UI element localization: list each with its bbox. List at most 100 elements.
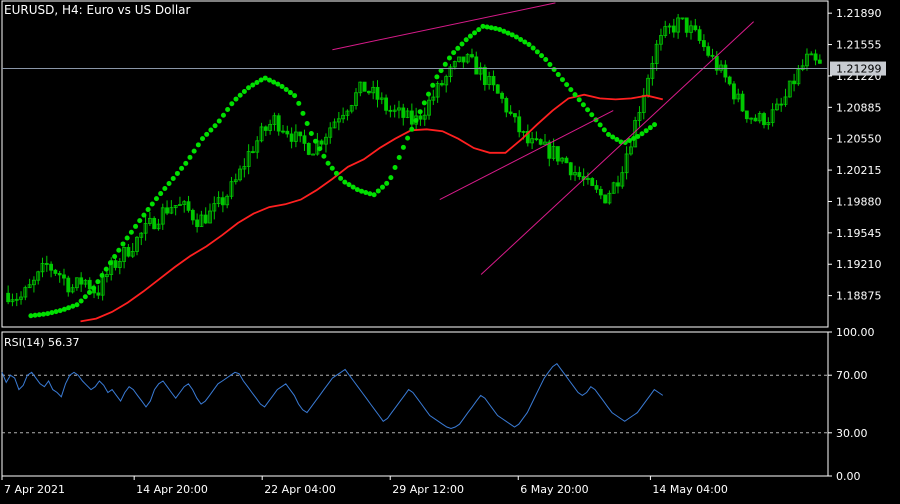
sar-dot [296,100,302,106]
sar-dot [476,27,482,33]
sar-dot [492,26,498,32]
sar-dot [283,87,289,93]
sar-dot [338,175,344,181]
sar-dot [559,77,565,83]
sar-dot [522,39,528,45]
candle-body [66,277,71,293]
candle-body [251,151,255,153]
candle-body [44,263,49,265]
trendline-upper [332,2,556,51]
candle-body [491,75,496,86]
symbol-label: EURUSD [4,3,55,17]
current-price-label: 1.21299 [836,63,882,76]
candle-body [671,25,676,33]
sar-dot [610,134,616,140]
candle-body [96,292,101,296]
sar-dot [116,247,122,253]
sar-dot [472,30,478,36]
sar-dot [308,131,314,137]
time-tick-label-0: 7 Apr 2021 [4,483,65,496]
sar-dot [141,212,147,218]
sar-dot [643,128,649,134]
sar-dot [534,49,540,55]
rsi-line [1,363,664,430]
candle-body [302,135,307,144]
rsi-pane-frame [1,331,829,477]
price-tick-label-5: 1.20215 [836,164,882,177]
candle-body [62,274,66,279]
sar-dot [212,123,218,129]
sar-dot [652,122,658,128]
candle-body [564,157,569,164]
sar-dot [237,92,243,98]
sar-dot [405,135,411,141]
price-tick-label-7: 1.19545 [836,227,882,240]
sar-dot [417,109,423,115]
sar-dot [137,218,143,224]
rsi-tick-label-3: 0.00 [836,470,861,483]
sar-dot [183,160,189,166]
sar-dot [442,61,448,67]
candle-body [710,54,715,57]
candle-body [384,97,388,111]
time-tick-label-3: 29 Apr 12:00 [392,483,464,496]
sar-dot [107,260,113,266]
sar-dot [216,118,222,124]
candle-body [190,209,195,221]
sar-dot [467,33,473,39]
rsi-tick-label-2: 30.00 [836,427,868,440]
sar-dot [149,201,155,207]
sar-dot [275,81,281,87]
sar-dot [246,85,252,91]
sar-dot [300,110,306,116]
sar-dot [484,24,490,30]
sar-dot [526,42,532,48]
candle-body [495,84,500,94]
sar-dot [91,285,97,291]
sar-dot [162,186,168,192]
candle-body [723,64,728,78]
candle-body [152,217,157,230]
sar-dot [421,100,427,106]
sar-dot [539,53,545,59]
sar-dot [220,112,226,118]
sar-dot [430,82,436,88]
sar-dot [317,146,323,152]
time-tick-label-1: 14 Apr 20:00 [136,483,208,496]
candle-body [500,92,504,99]
candle-body [603,194,608,204]
sar-dot [451,50,457,56]
sar-dot [166,181,172,187]
chart-title: EURUSD, H4: Euro vs US Dollar [4,3,190,17]
price-tick-label-0: 1.21890 [836,7,882,20]
candle-body [367,90,371,94]
sar-dot [103,266,109,272]
candle-body [817,59,822,64]
chart-window[interactable]: 1.21890 1.21555 1.21220 1.20885 1.20550 1.202… [0,0,900,500]
sar-dot [233,96,239,102]
candle-body [418,115,423,120]
sar-dot [153,196,159,202]
rsi-tick-label-0: 100.00 [836,326,875,339]
trendline-lower [439,110,614,201]
rsi-title: RSI(14) 56.37 [4,336,80,349]
sar-dot [158,191,164,197]
sar-dot [576,97,582,103]
sar-dot [530,45,536,51]
sar-dot [45,311,51,317]
chart-canvas[interactable]: 1.218901.215551.212201.208851.205501.202… [0,0,900,500]
sar-dot [128,229,134,235]
candle-body [513,113,517,118]
sar-dot [179,165,185,171]
timeframe-label: H4 [61,3,79,17]
candle-body [568,162,573,176]
sar-dot [145,207,151,213]
sar-dot [379,184,385,190]
candle-body [706,46,711,56]
candle-body [306,142,311,155]
candle-body [538,139,543,145]
sar-dot [639,131,645,137]
candle-body [470,54,474,58]
sar-dot [518,36,524,42]
sar-dot [40,311,46,317]
